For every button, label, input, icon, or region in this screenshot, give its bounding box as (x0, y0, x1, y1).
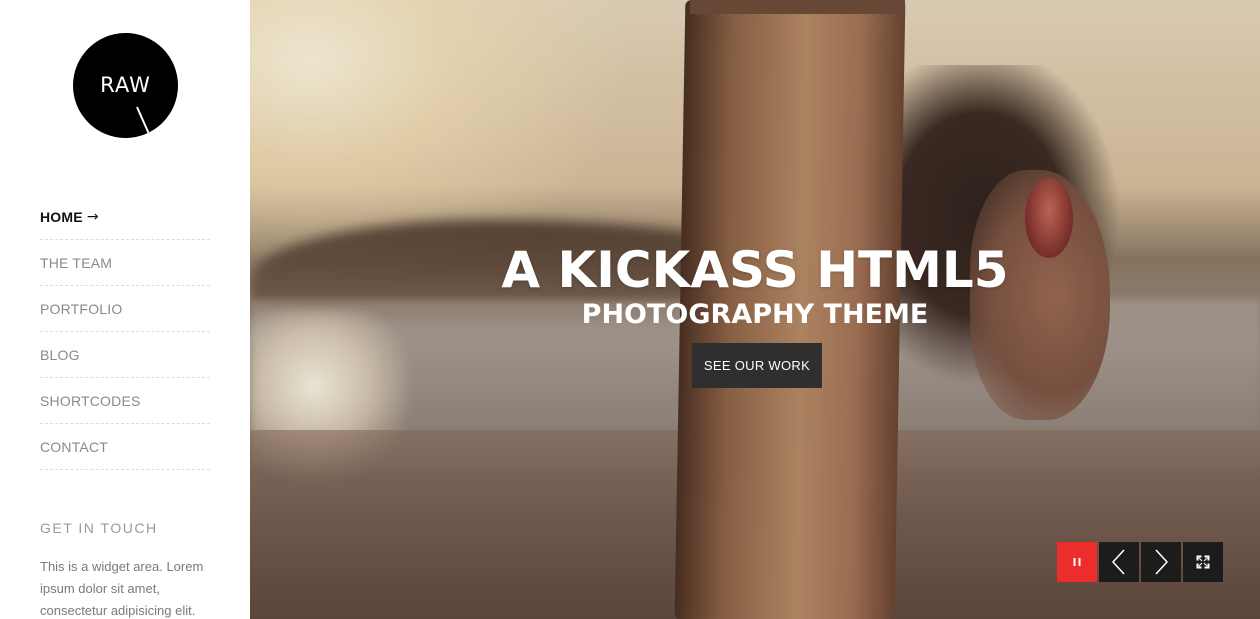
nav-link-home[interactable]: HOME (40, 209, 83, 225)
nav-link-shortcodes[interactable]: SHORTCODES (40, 393, 141, 409)
nav-item-home[interactable]: HOME → (40, 194, 210, 240)
hero-title: A KICKASS HTML5 (501, 241, 1009, 299)
nav-item-contact[interactable]: CONTACT (40, 424, 210, 470)
pause-button[interactable] (1057, 542, 1097, 582)
hero-slider: A KICKASS HTML5 PHOTOGRAPHY THEME SEE OU… (250, 0, 1260, 619)
widget-title: GET IN TOUCH (40, 520, 158, 536)
logo-slash-icon (136, 106, 150, 135)
widget-text: This is a widget area. Lorem ipsum dolor… (40, 559, 204, 618)
raw-logo[interactable]: RAW (73, 33, 178, 138)
nav-item-shortcodes[interactable]: SHORTCODES (40, 378, 210, 424)
sidebar: RAW HOME → THE TEAM PORTFOLIO BLOG SHORT… (0, 0, 250, 619)
nav-item-blog[interactable]: BLOG (40, 332, 210, 378)
nav-link-contact[interactable]: CONTACT (40, 439, 108, 455)
previous-slide-button[interactable] (1099, 542, 1139, 582)
nav-item-portfolio[interactable]: PORTFOLIO (40, 286, 210, 332)
nav-link-the-team[interactable]: THE TEAM (40, 255, 112, 271)
nav-link-portfolio[interactable]: PORTFOLIO (40, 301, 122, 317)
fullscreen-icon (1196, 555, 1210, 569)
see-our-work-button[interactable]: SEE OUR WORK (692, 343, 822, 388)
next-slide-button[interactable] (1141, 542, 1181, 582)
hero-subtitle: PHOTOGRAPHY THEME (581, 299, 929, 330)
arrow-right-icon: → (86, 208, 99, 225)
chevron-left-icon (1111, 549, 1125, 575)
fullscreen-button[interactable] (1183, 542, 1223, 582)
main-nav: HOME → THE TEAM PORTFOLIO BLOG SHORTCODE… (40, 194, 210, 470)
nav-link-blog[interactable]: BLOG (40, 347, 80, 363)
pause-icon (1073, 558, 1081, 566)
nav-item-the-team[interactable]: THE TEAM (40, 240, 210, 286)
slider-controls (1057, 542, 1225, 582)
chevron-right-icon (1155, 549, 1169, 575)
